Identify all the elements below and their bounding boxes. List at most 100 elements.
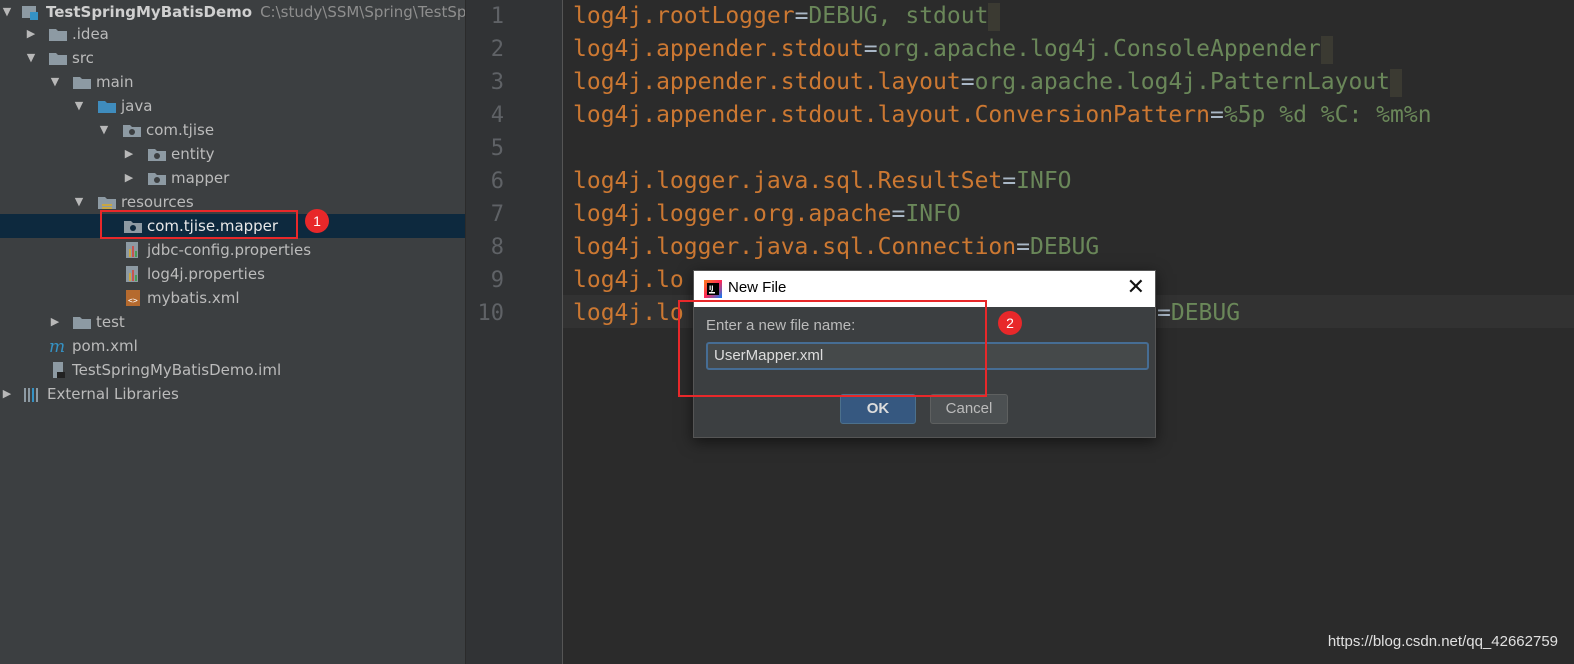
collapsed-arrow-icon[interactable]: ▶ [122, 166, 136, 190]
equals-sign: = [960, 69, 975, 95]
annotation-highlight-2 [678, 300, 987, 397]
equals-sign: = [1016, 234, 1030, 260]
property-key: log4j.logger.java.sql.ResultSet [573, 168, 1003, 194]
intellij-logo-icon: IJ [704, 280, 722, 302]
code-line[interactable]: log4j.rootLogger=DEBUG, stdout [573, 0, 1001, 33]
project-module-icon [20, 3, 40, 21]
code-line[interactable]: log4j.lo [573, 297, 684, 330]
svg-text:m: m [49, 337, 65, 355]
trailing-space-marker [988, 2, 1001, 31]
dialog-title: New File [728, 279, 787, 296]
property-key: log4j.logger.org.apache [573, 201, 892, 227]
tree-item-label: jdbc-config.properties [147, 241, 312, 259]
code-line[interactable]: log4j.lo [573, 264, 684, 297]
tree-item-test[interactable]: ▶ test [0, 310, 465, 334]
tree-item-label: TestSpringMyBatisDemo.iml [72, 361, 282, 379]
line-number: 10 [477, 301, 505, 326]
line-number: 6 [490, 169, 504, 194]
property-value: org.apache.log4j.PatternLayout [974, 69, 1391, 95]
expand-arrow-icon[interactable]: ▼ [72, 94, 86, 118]
line-number: 9 [490, 268, 504, 293]
tree-item-com-tjise[interactable]: ▼ com.tjise [0, 118, 465, 142]
line-number: 8 [490, 235, 504, 260]
code-line[interactable]: log4j.logger.org.apache=INFO [573, 198, 961, 231]
property-value: INFO [1016, 168, 1072, 194]
line-number: 4 [490, 103, 504, 128]
code-line-tail: =DEBUG [1157, 297, 1240, 330]
property-key: log4j.lo [573, 267, 684, 293]
editor-gutter: 1 2 3 4 5 6 7 8 9 10 [466, 0, 563, 664]
property-key: log4j.appender.stdout.layout.ConversionP… [573, 102, 1210, 128]
tree-item-label: TestSpringMyBatisDemo C:\study\SSM\Spring… [46, 0, 466, 24]
annotation-badge-1: 1 [305, 209, 329, 233]
collapsed-arrow-icon[interactable]: ▶ [48, 310, 62, 334]
equals-sign: = [1157, 300, 1171, 326]
trailing-space-marker [1320, 35, 1333, 64]
package-icon [147, 169, 167, 187]
tree-item-label: entity [171, 145, 215, 163]
tree-item-mybatis-xml[interactable]: <> mybatis.xml [0, 286, 465, 310]
package-icon [122, 121, 142, 139]
maven-icon: m [48, 337, 68, 357]
source-folder-icon [97, 97, 117, 115]
property-key: log4j.lo [573, 300, 684, 326]
tree-item-log4j-properties[interactable]: log4j.properties [0, 262, 465, 286]
collapsed-arrow-icon[interactable]: ▶ [122, 142, 136, 166]
tree-item-entity[interactable]: ▶ entity [0, 142, 465, 166]
ok-button[interactable]: OK [840, 394, 916, 424]
properties-file-icon [123, 265, 143, 283]
expand-arrow-icon[interactable]: ▼ [48, 70, 62, 94]
xml-file-icon: <> [123, 289, 143, 307]
tree-item-pom-xml[interactable]: m pom.xml [0, 334, 465, 358]
tree-item-label: log4j.properties [147, 265, 265, 283]
tree-item-external-libraries[interactable]: ▶ External Libraries [0, 382, 465, 406]
tree-item-label: com.tjise [146, 121, 215, 139]
collapsed-arrow-icon[interactable]: ▶ [24, 22, 38, 46]
tree-item-jdbc-config[interactable]: jdbc-config.properties [0, 238, 465, 262]
tree-item-label: pom.xml [72, 337, 138, 355]
expand-arrow-icon[interactable]: ▼ [0, 0, 14, 24]
code-line[interactable]: log4j.appender.stdout.layout.ConversionP… [573, 99, 1432, 132]
code-line[interactable]: log4j.logger.java.sql.ResultSet=INFO [573, 165, 1072, 198]
libraries-icon [22, 385, 42, 403]
close-icon[interactable]: ✕ [1127, 275, 1145, 301]
line-number: 2 [490, 37, 504, 62]
tree-item-label: test [96, 313, 125, 331]
property-value: DEBUG [1170, 300, 1241, 326]
equals-sign: = [794, 3, 809, 29]
collapsed-arrow-icon[interactable]: ▶ [0, 382, 14, 406]
code-line[interactable]: log4j.appender.stdout=org.apache.log4j.C… [573, 33, 1333, 66]
folder-icon [72, 313, 92, 331]
svg-text:IJ: IJ [709, 285, 713, 292]
cancel-button[interactable]: Cancel [930, 394, 1008, 424]
expand-arrow-icon[interactable]: ▼ [72, 190, 86, 214]
equals-sign: = [1209, 102, 1224, 128]
tree-item-label: main [96, 73, 134, 91]
code-line[interactable]: log4j.logger.java.sql.Connection=DEBUG [573, 231, 1099, 264]
project-path: C:\study\SSM\Spring\TestSprin [260, 3, 466, 21]
line-number: 3 [490, 70, 504, 95]
tree-item-src[interactable]: ▼ src [0, 46, 465, 70]
property-value: DEBUG [1029, 234, 1100, 260]
property-value: INFO [905, 201, 961, 227]
property-value: org.apache.log4j.ConsoleAppender [877, 36, 1321, 62]
trailing-space-marker [1390, 68, 1403, 97]
equals-sign: = [891, 201, 906, 227]
tree-item-main[interactable]: ▼ main [0, 70, 465, 94]
tree-item-mapper[interactable]: ▶ mapper [0, 166, 465, 190]
tree-item-label: java [121, 97, 153, 115]
property-value: %5p %d %C: %m%n [1223, 102, 1432, 128]
tree-item-project-root[interactable]: ▼ TestSpringMyBatisDemo C:\study\SSM\Spri… [0, 0, 465, 24]
line-number: 5 [490, 136, 504, 161]
tree-item-idea[interactable]: ▶ .idea [0, 22, 465, 46]
watermark: https://blog.csdn.net/qq_42662759 [1327, 633, 1558, 650]
expand-arrow-icon[interactable]: ▼ [24, 46, 38, 70]
tree-item-java[interactable]: ▼ java [0, 94, 465, 118]
properties-file-icon [123, 241, 143, 259]
tree-item-label: src [72, 49, 94, 67]
annotation-badge-2: 2 [998, 311, 1022, 335]
svg-text:<>: <> [128, 296, 138, 305]
expand-arrow-icon[interactable]: ▼ [97, 118, 111, 142]
code-line[interactable]: log4j.appender.stdout.layout=org.apache.… [573, 66, 1403, 99]
tree-item-iml[interactable]: TestSpringMyBatisDemo.iml [0, 358, 465, 382]
